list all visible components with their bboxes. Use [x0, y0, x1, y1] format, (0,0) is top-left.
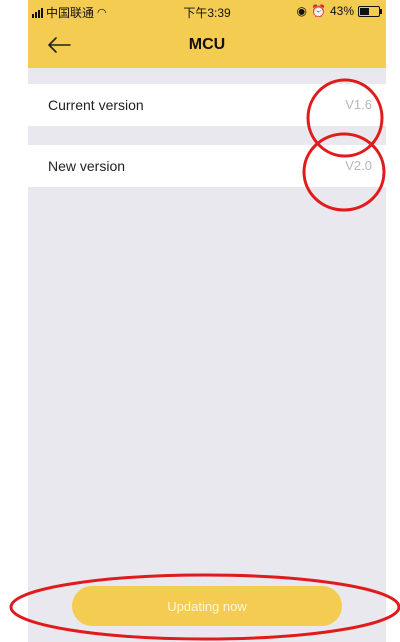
current-version-row: Current version V1.6 — [28, 84, 386, 126]
screenshot-frame: 中国联通 ◠ 下午3:39 ◉ ⏰ 43% MCU Current versio… — [0, 0, 400, 642]
status-bar: 中国联通 ◠ 下午3:39 ◉ ⏰ 43% — [28, 0, 386, 22]
new-version-label: New version — [48, 158, 126, 174]
battery-icon — [358, 5, 382, 17]
phone-screen: 中国联通 ◠ 下午3:39 ◉ ⏰ 43% MCU Current versio… — [28, 0, 386, 642]
location-lock-icon: ◉ — [296, 4, 308, 18]
page-title: MCU — [188, 36, 226, 53]
status-right: ◉ ⏰ 43% — [296, 4, 382, 18]
battery-percent: 43% — [329, 4, 354, 18]
update-now-button[interactable]: Updating now — [72, 586, 342, 626]
new-version-value: V2.0 — [345, 158, 372, 173]
new-version-row: New version V2.0 — [28, 145, 386, 187]
nav-bar: MCU — [28, 22, 386, 68]
current-version-label: Current version — [48, 97, 144, 113]
current-version-value: V1.6 — [345, 97, 372, 112]
alarm-icon: ⏰ — [311, 4, 326, 18]
